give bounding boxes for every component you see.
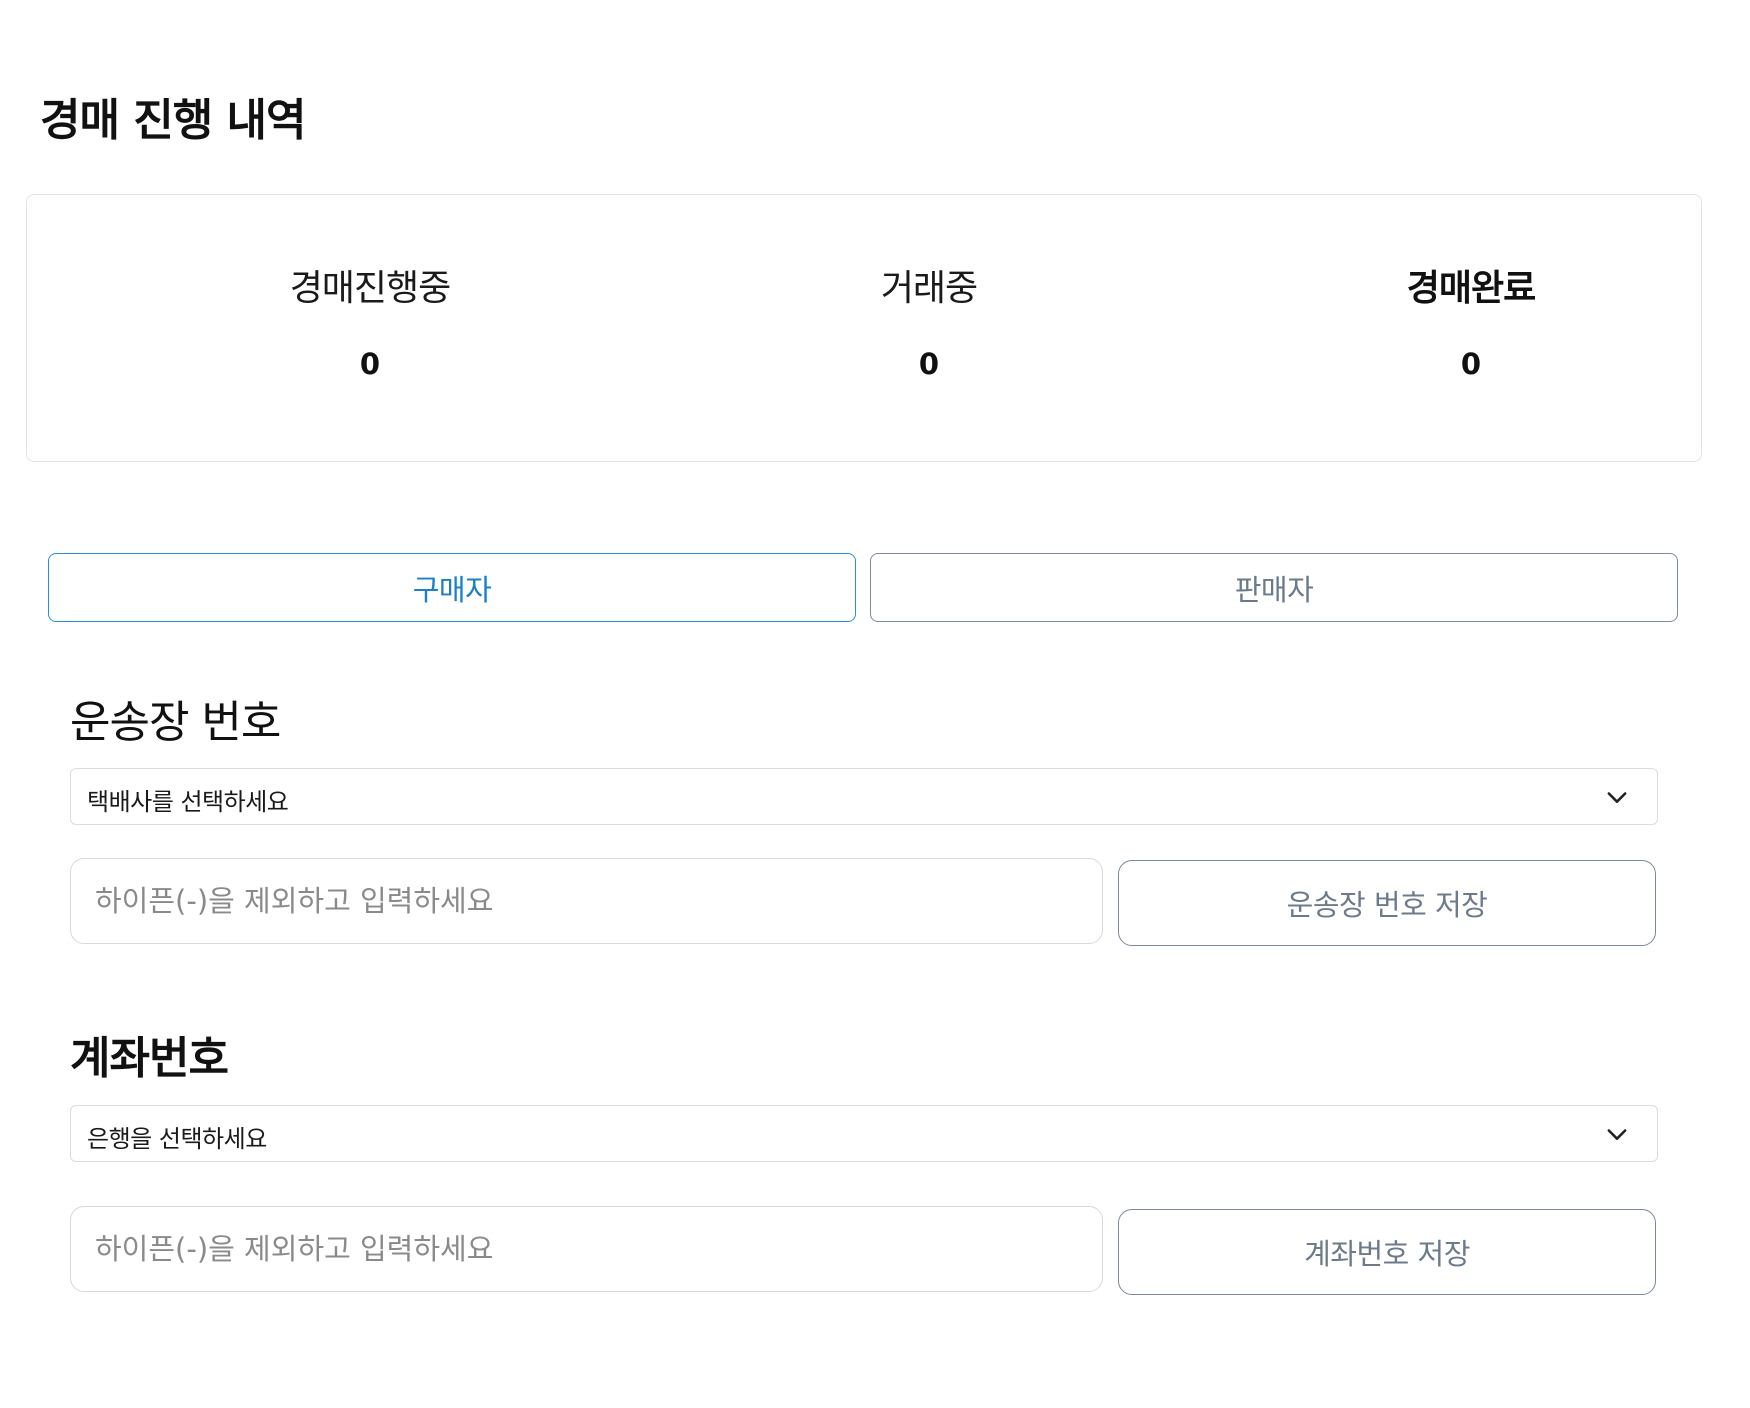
save-invoice-button[interactable]: 운송장 번호 저장 xyxy=(1118,860,1656,946)
stat-count: 0 xyxy=(1460,347,1482,381)
chevron-down-icon xyxy=(1607,1129,1627,1140)
tab-seller[interactable]: 판매자 xyxy=(870,553,1678,622)
stat-count: 0 xyxy=(918,347,940,381)
courier-select-value: 택배사를 선택하세요 xyxy=(87,788,289,816)
stat-label: 경매완료 xyxy=(1406,268,1536,309)
auction-history-page: 경매 진행 내역 경매진행중 0 거래중 0 경매완료 0 구매자 판매자 운송… xyxy=(0,0,1750,1408)
chevron-down-icon xyxy=(1607,792,1627,803)
stat-in-progress[interactable]: 경매진행중 0 xyxy=(170,195,570,461)
stat-count: 0 xyxy=(359,347,381,381)
page-title: 경매 진행 내역 xyxy=(40,95,307,146)
auction-summary-card: 경매진행중 0 거래중 0 경매완료 0 xyxy=(26,194,1702,462)
account-section-title: 계좌번호 xyxy=(70,1033,229,1084)
account-number-input[interactable] xyxy=(70,1206,1103,1292)
tab-buyer[interactable]: 구매자 xyxy=(48,553,856,622)
stat-label: 경매진행중 xyxy=(289,268,452,309)
stat-trading[interactable]: 거래중 0 xyxy=(729,195,1129,461)
invoice-number-input[interactable] xyxy=(70,858,1103,944)
bank-select-value: 은행을 선택하세요 xyxy=(87,1125,267,1153)
invoice-section-title: 운송장 번호 xyxy=(70,697,281,748)
stat-completed[interactable]: 경매완료 0 xyxy=(1271,195,1671,461)
stat-label: 거래중 xyxy=(880,268,978,309)
courier-select[interactable]: 택배사를 선택하세요 xyxy=(70,768,1658,825)
save-account-button[interactable]: 계좌번호 저장 xyxy=(1118,1209,1656,1295)
bank-select[interactable]: 은행을 선택하세요 xyxy=(70,1105,1658,1162)
